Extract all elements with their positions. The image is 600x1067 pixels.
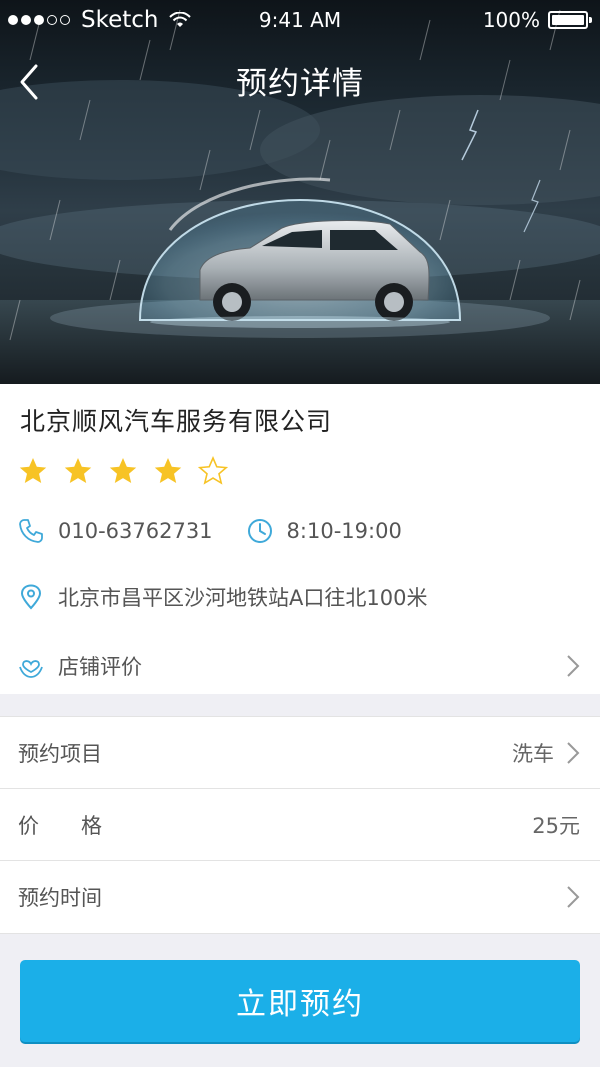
chevron-right-icon (567, 655, 580, 677)
booking-item-value: 洗车 (512, 741, 554, 766)
reviews-heart-icon (19, 660, 43, 678)
clock-icon (247, 519, 272, 543)
contact-row: 010-63762731 8:10-19:00 (18, 518, 402, 544)
shop-address: 北京市昌平区沙河地铁站A口往北100米 (58, 586, 428, 610)
phone-icon (19, 519, 43, 543)
booking-form: 预约项目 洗车 价格 25元 预约时间 (0, 716, 600, 934)
business-hours: 8:10-19:00 (286, 519, 402, 543)
price-value: 25元 (532, 813, 580, 838)
shop-reviews-row[interactable]: 店铺评价 (0, 638, 600, 694)
phone-number[interactable]: 010-63762731 (58, 519, 213, 543)
price-row: 价格 25元 (0, 789, 600, 861)
battery-icon (548, 11, 592, 29)
status-bar: Sketch 9:41 AM 100% (0, 0, 600, 40)
star-filled-icon (154, 458, 182, 483)
booking-item-row[interactable]: 预约项目 洗车 (0, 717, 600, 789)
star-empty-icon (198, 456, 228, 485)
page-title: 预约详情 (236, 66, 364, 102)
booking-item-label: 预约项目 (18, 741, 102, 766)
shop-name: 北京顺风汽车服务有限公司 (20, 407, 333, 436)
star-filled-icon (109, 458, 137, 483)
booking-time-label: 预约时间 (18, 886, 102, 910)
address-row: 北京市昌平区沙河地铁站A口往北100米 (18, 582, 427, 612)
chevron-right-icon (567, 742, 580, 764)
chevron-right-icon (567, 886, 580, 908)
hero-banner: Sketch 9:41 AM 100% 预约详情 (0, 0, 600, 384)
book-now-button[interactable]: 立即预约 (20, 960, 580, 1042)
shop-reviews-label: 店铺评价 (58, 655, 142, 679)
rating-stars (18, 456, 243, 486)
location-pin-icon (20, 584, 42, 610)
price-label: 价格 (18, 813, 144, 838)
star-filled-icon (19, 458, 47, 483)
battery-percent: 100% (482, 8, 540, 32)
shop-info-card: 北京顺风汽车服务有限公司 010-63762731 8:10-19:00 北京市… (0, 384, 600, 694)
booking-time-row[interactable]: 预约时间 (0, 861, 600, 933)
star-filled-icon (64, 458, 92, 483)
